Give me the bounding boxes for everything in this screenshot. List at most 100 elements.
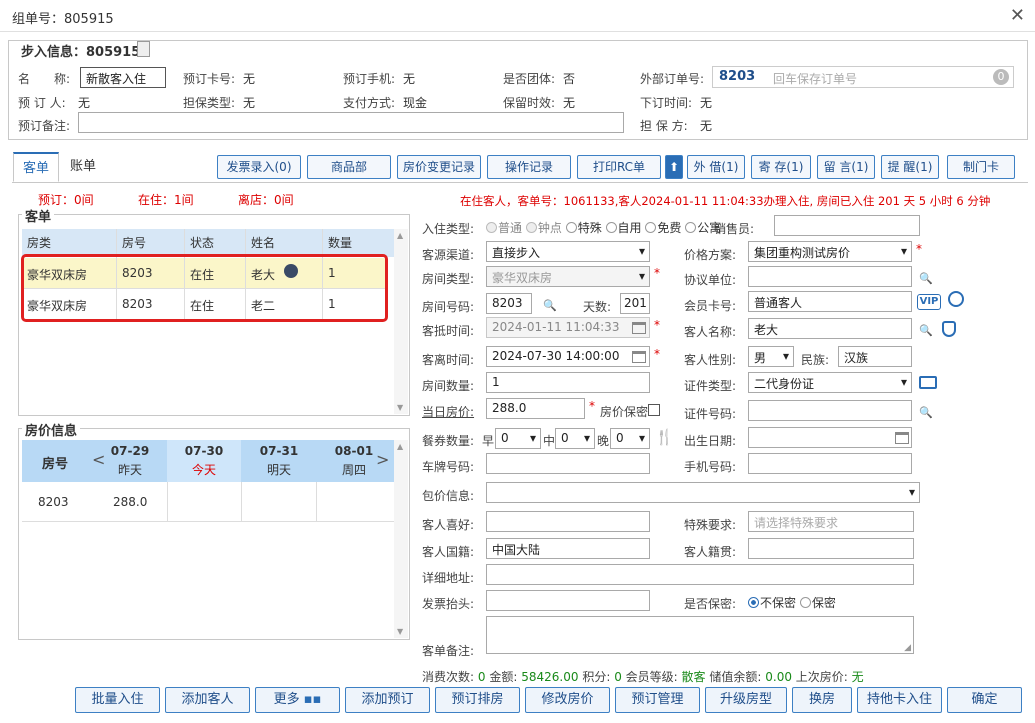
secret-radio-group[interactable]: 不保密 保密	[748, 594, 836, 611]
nation-input[interactable]: 汉族	[838, 346, 912, 367]
date-3: 07-31	[259, 444, 299, 458]
more-button[interactable]: 更多 ▪▪	[255, 687, 340, 713]
search-icon[interactable]: 🔍	[919, 406, 933, 419]
add-reserve-button[interactable]: 添加预订	[345, 687, 430, 713]
radio-special[interactable]	[565, 222, 577, 233]
make-card-button[interactable]: 制门卡	[947, 155, 1015, 179]
package-select[interactable]	[486, 482, 920, 503]
other-card-checkin-button[interactable]: 持他卡入住	[857, 687, 942, 713]
gender-select[interactable]: 男	[748, 346, 794, 367]
idno-input[interactable]	[748, 400, 912, 421]
radio-apartment[interactable]	[685, 222, 697, 233]
reserve-manage-button[interactable]: 预订管理	[615, 687, 700, 713]
name-field[interactable]: 新散客入住	[80, 67, 166, 88]
arrive-input[interactable]: 2024-01-11 11:04:33	[486, 317, 650, 338]
radio-free[interactable]	[645, 222, 657, 233]
lunch-select[interactable]: 0	[555, 428, 595, 449]
native-input[interactable]	[748, 538, 914, 559]
search-icon[interactable]: 🔍	[919, 324, 933, 337]
address-input[interactable]	[486, 564, 914, 585]
sales-input[interactable]	[774, 215, 920, 236]
lend-button[interactable]: 外 借(1)	[687, 155, 745, 179]
invoice-title-input[interactable]	[486, 590, 650, 611]
upload-arrow-icon[interactable]: ⬆	[665, 155, 683, 179]
message-button[interactable]: 留 言(1)	[817, 155, 875, 179]
radio-secret[interactable]	[799, 597, 811, 608]
meal-utensils-icon[interactable]: 🍴	[655, 428, 674, 446]
upgrade-room-button[interactable]: 升级房型	[705, 687, 787, 713]
id-card-reader-icon[interactable]	[919, 376, 937, 389]
remind-button[interactable]: 提 醒(1)	[881, 155, 939, 179]
member-input[interactable]: 普通客人	[748, 291, 912, 312]
breakfast-select[interactable]: 0	[495, 428, 541, 449]
edit-price-button[interactable]: 修改房价	[525, 687, 610, 713]
remark-input[interactable]	[78, 112, 624, 133]
roomtype-select[interactable]: 豪华双床房	[486, 266, 650, 287]
days-input[interactable]: 201	[620, 293, 650, 314]
keep-label: 保留时效:	[503, 96, 556, 110]
birth-input[interactable]	[748, 427, 912, 448]
shield-icon[interactable]	[942, 321, 956, 337]
prev-chevron-icon[interactable]: <	[92, 450, 105, 469]
tab-guest[interactable]: 客单	[13, 152, 59, 182]
guest-scrollbar[interactable]: ▲ ▼	[394, 229, 408, 414]
store-button[interactable]: 寄 存(1)	[751, 155, 811, 179]
add-guest-button[interactable]: 添加客人	[165, 687, 250, 713]
roomno-input[interactable]: 8203	[486, 293, 532, 314]
radio-hourly[interactable]	[525, 222, 537, 233]
agreement-input[interactable]	[748, 266, 912, 287]
idno-label: 证件号码:	[684, 407, 737, 421]
idtype-select[interactable]: 二代身份证	[748, 372, 912, 393]
radio-label: 特殊	[577, 221, 602, 235]
guestname-input[interactable]: 老大	[748, 318, 912, 339]
nationality-input[interactable]: 中国大陆	[486, 538, 650, 559]
mobile-input[interactable]	[748, 453, 912, 474]
search-icon[interactable]: 🔍	[543, 299, 557, 312]
vip-icon[interactable]: VIP	[917, 294, 941, 310]
price-scrollbar[interactable]: ▲ ▼	[394, 440, 408, 638]
next-chevron-icon[interactable]: >	[376, 450, 389, 469]
calendar-icon[interactable]	[632, 322, 646, 334]
booker-label: 预 订 人:	[18, 96, 66, 110]
reserve-schedule-button[interactable]: 预订排房	[435, 687, 520, 713]
plan-select[interactable]: 集团重构测试房价	[748, 241, 912, 262]
user-settings-icon[interactable]	[948, 291, 964, 307]
close-icon[interactable]: ✕	[1010, 5, 1025, 26]
roomcount-input[interactable]: 1	[486, 372, 650, 393]
secret-price-checkbox[interactable]	[648, 404, 660, 416]
price-row[interactable]: 8203 288.0	[22, 482, 394, 522]
batch-checkin-button[interactable]: 批量入住	[75, 687, 160, 713]
calendar-icon[interactable]	[895, 432, 909, 444]
dayprice-input[interactable]: 288.0	[486, 398, 585, 419]
card-label: 预订卡号:	[183, 72, 236, 86]
special-input[interactable]: 请选择特殊要求	[748, 511, 914, 532]
lunch-label: 中	[543, 434, 556, 448]
col-name: 姓名	[251, 236, 276, 250]
depart-input[interactable]: 2024-07-30 14:00:00	[486, 346, 650, 367]
source-select[interactable]: 直接步入	[486, 241, 650, 262]
calendar-icon[interactable]	[632, 351, 646, 363]
change-room-button[interactable]: 换房	[792, 687, 852, 713]
nation-label: 民族:	[801, 353, 830, 367]
guest-remark-textarea[interactable]: ◢	[486, 616, 914, 654]
radio-normal[interactable]	[486, 222, 497, 233]
plan-label: 价格方案:	[684, 248, 737, 262]
date-4: 08-01	[334, 444, 374, 458]
price-log-button[interactable]: 房价变更记录	[397, 155, 481, 179]
goods-button[interactable]: 商品部	[307, 155, 391, 179]
search-icon[interactable]: 🔍	[919, 272, 933, 285]
checkin-type-group[interactable]: 普通 钟点 特殊 自用 免费 公寓	[486, 219, 721, 236]
dinner-select[interactable]: 0	[610, 428, 650, 449]
dayprice-label[interactable]: 当日房价:	[422, 403, 474, 420]
invoice-button[interactable]: 发票录入(0)	[217, 155, 301, 179]
confirm-button[interactable]: 确定	[947, 687, 1022, 713]
print-rc-button[interactable]: 打印RC单	[577, 155, 661, 179]
radio-not-secret[interactable]	[748, 597, 759, 608]
hobby-input[interactable]	[486, 511, 650, 532]
tab-bill[interactable]: 账单	[60, 152, 106, 182]
ext-order-input[interactable]: 8203 回车保存订单号 0	[712, 66, 1014, 88]
op-log-button[interactable]: 操作记录	[487, 155, 571, 179]
copy-icon[interactable]	[137, 41, 150, 57]
plate-input[interactable]	[486, 453, 650, 474]
radio-self[interactable]	[605, 222, 617, 233]
